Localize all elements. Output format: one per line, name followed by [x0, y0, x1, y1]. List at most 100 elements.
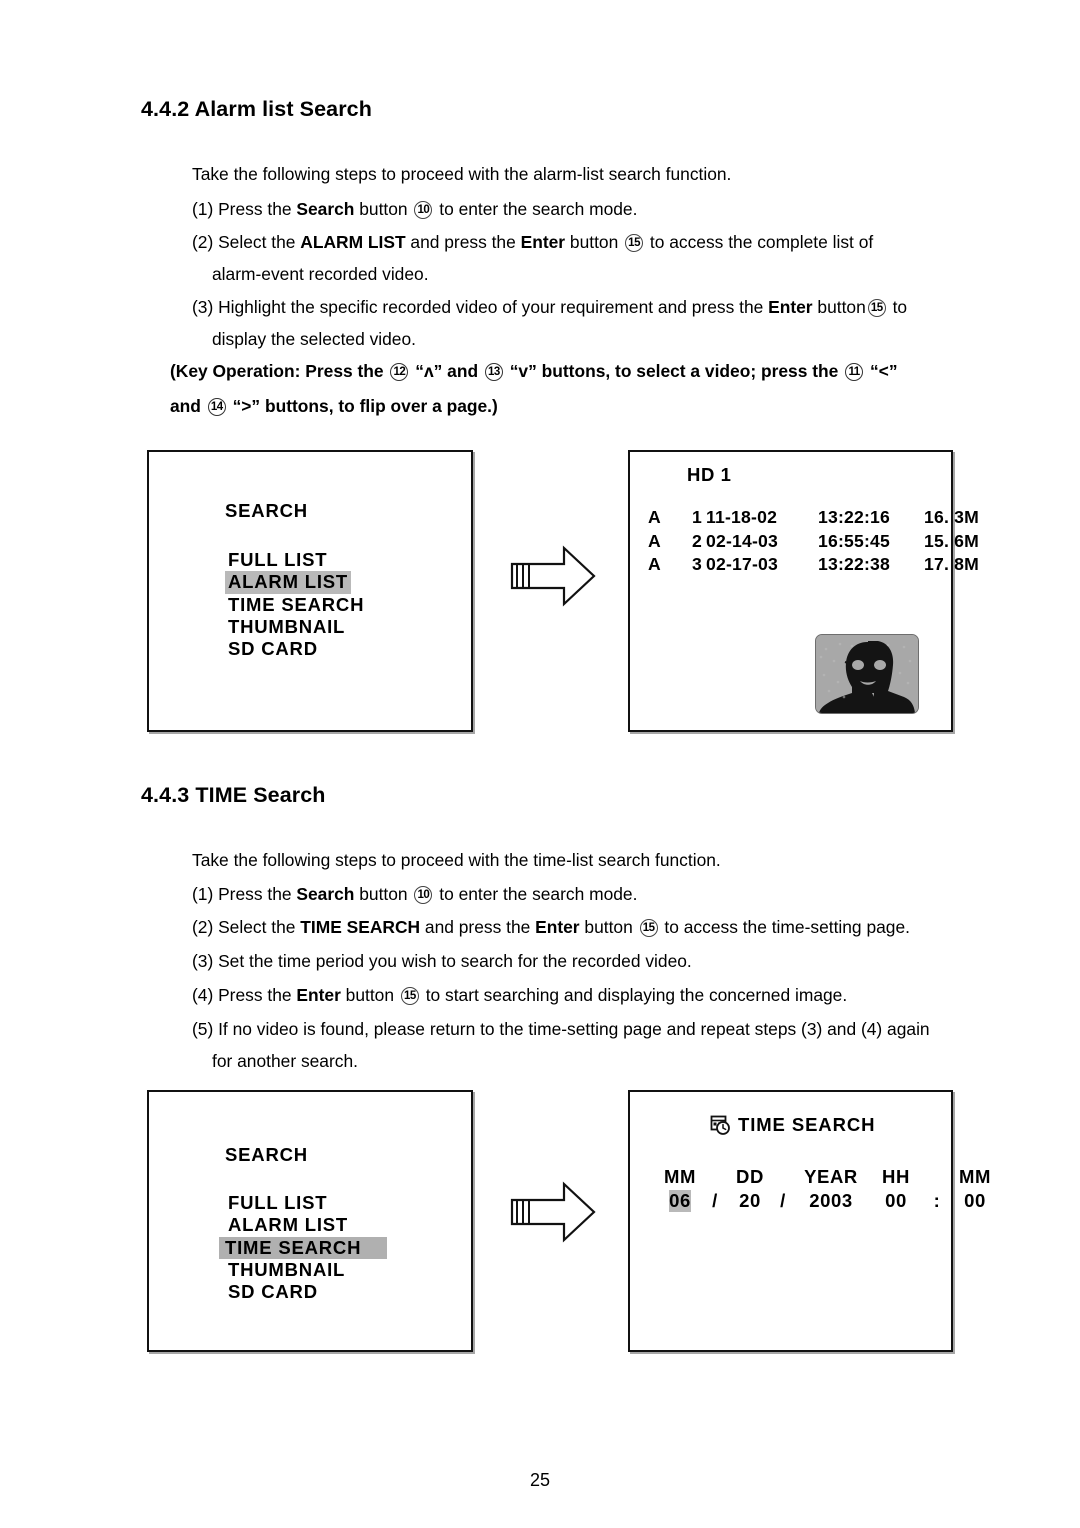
field-month-value[interactable]: 06 — [669, 1190, 691, 1212]
menu-item-sd-card[interactable]: SD CARD — [225, 638, 321, 660]
alarm-step-1: (1) Press the Search button 10 to enter … — [192, 198, 637, 220]
row-type: A — [648, 530, 661, 551]
field-year-value[interactable]: 2003 — [794, 1190, 868, 1212]
row-size: 16. 3M — [924, 507, 979, 527]
key-badge-10: 10 — [414, 201, 433, 219]
row-time: 16:55:45 — [818, 530, 891, 551]
label-month: MM — [663, 1166, 697, 1187]
key-op-text-c: “v” buttons, to select a video; press th… — [504, 361, 844, 381]
row-date: 11-18-02 — [706, 507, 778, 527]
time-step-1-prefix: (1) Press the — [192, 884, 297, 904]
table-row[interactable]: A 2 02-14-03 16:55:45 15. 6M — [648, 530, 994, 554]
row-date: 02-14-03 — [706, 530, 779, 551]
key-op-text-a: (Key Operation: Press the — [170, 361, 389, 381]
time-step-5: (5) If no video is found, please return … — [192, 1019, 930, 1039]
key-badge-13: 13 — [484, 363, 503, 381]
time-step-3: (3) Set the time period you wish to sear… — [192, 951, 692, 971]
time-step-4: (4) Press the Enter button 15 to start s… — [192, 984, 847, 1006]
row-time: 13:22:16 — [818, 507, 891, 527]
time-intro-text: Take the following steps to proceed with… — [192, 850, 721, 870]
alarm-step-1-tail: to enter the search mode. — [434, 199, 638, 219]
menu-item-full-list[interactable]: FULL LIST — [225, 1192, 330, 1214]
time-step-2-mid1: and press the — [420, 917, 536, 937]
time-step-2-prefix: (2) Select the — [192, 917, 301, 937]
alarm-step-2-bold-alarmlist: ALARM LIST — [300, 232, 406, 252]
time-step-1-bold-search: Search — [296, 884, 355, 904]
hd-list-title: HD 1 — [687, 464, 732, 485]
separator-slash-1: / — [712, 1190, 718, 1211]
alarm-step-2-mid1: and press the — [405, 232, 521, 252]
osd-search-menu-list: FULL LIST ALARM LIST TIME SEARCH THUMBNA… — [219, 1192, 388, 1303]
key-operation-line-2: and 14 “>” buttons, to flip over a page.… — [170, 396, 498, 417]
key-op-text-f: “>” buttons, to flip over a page.) — [227, 396, 498, 416]
key-op-text-e: and — [170, 396, 206, 416]
menu-item-alarm-list[interactable]: ALARM LIST — [225, 571, 352, 594]
section-heading-time-search: 4.4.3 TIME Search — [141, 783, 326, 807]
field-hour-value[interactable]: 00 — [868, 1190, 924, 1212]
key-op-text-d: “<” — [865, 361, 898, 381]
separator-slash-2: / — [780, 1190, 786, 1211]
osd-time-search-panel: TIME SEARCH MM DD YEAR HH MM 06/20/2003 00:00 — [628, 1090, 990, 1352]
time-step-4-mid: button — [340, 985, 399, 1005]
osd-search-title: SEARCH — [225, 500, 308, 521]
key-badge-14: 14 — [207, 398, 226, 416]
field-minute-value[interactable]: 00 — [950, 1190, 1000, 1212]
row-index: 1 — [692, 507, 702, 527]
alarm-step-1-mid: button — [354, 199, 413, 219]
separator-colon: : — [933, 1190, 941, 1211]
osd-search-menu-alarm: SEARCH FULL LIST ALARM LIST TIME SEARCH … — [147, 450, 473, 732]
row-type: A — [648, 554, 661, 574]
page-number: 25 — [529, 1470, 551, 1490]
row-index: 3 — [692, 554, 702, 574]
key-badge-15: 15 — [400, 987, 419, 1005]
time-step-2: (2) Select the TIME SEARCH and press the… — [192, 916, 910, 938]
menu-item-thumbnail[interactable]: THUMBNAIL — [225, 616, 348, 638]
key-badge-10: 10 — [414, 886, 433, 904]
alarm-step-1-bold-search: Search — [296, 199, 355, 219]
time-step-4-tail: to start searching and displaying the co… — [420, 985, 848, 1005]
manual-page: 4.4.2 Alarm list Search Take the followi… — [0, 0, 1080, 1528]
menu-item-full-list[interactable]: FULL LIST — [225, 549, 330, 571]
time-step-1-tail: to enter the search mode. — [434, 884, 638, 904]
alarm-step-1-prefix: (1) Press the — [192, 199, 297, 219]
key-badge-11: 11 — [845, 363, 864, 381]
table-row[interactable]: A 3 02-17-03 13:22:38 17. 8M — [648, 553, 994, 577]
time-search-field-values: 06/20/2003 00:00 — [658, 1190, 1000, 1212]
time-step-4-bold-enter: Enter — [296, 985, 341, 1005]
row-type: A — [648, 507, 661, 527]
alarm-step-2: (2) Select the ALARM LIST and press the … — [192, 231, 873, 253]
menu-item-thumbnail[interactable]: THUMBNAIL — [225, 1259, 348, 1281]
alarm-step-3-bold-enter: Enter — [768, 297, 813, 317]
menu-item-time-search[interactable]: TIME SEARCH — [225, 594, 367, 616]
arrow-right-icon — [508, 1178, 618, 1246]
label-day: DD — [736, 1166, 764, 1187]
alarm-step-2-wrap: alarm-event recorded video. — [212, 264, 429, 284]
alarm-step-2-tail: to access the complete list of — [645, 232, 874, 252]
key-op-text-b: “ʌ” and — [410, 361, 483, 381]
alarm-step-2-bold-enter: Enter — [520, 232, 566, 252]
row-date: 02-17-03 — [706, 554, 779, 574]
time-search-field-labels: MM DD YEAR HH MM — [658, 1166, 1000, 1188]
alarm-step-3-prefix: (3) Highlight the specific recorded vide… — [192, 297, 769, 317]
row-index: 2 — [692, 530, 702, 551]
alarm-intro-text: Take the following steps to proceed with… — [192, 164, 732, 184]
time-step-2-bold-timesearch: TIME SEARCH — [300, 917, 421, 937]
label-hour: HH — [882, 1166, 910, 1187]
osd-search-menu-list: FULL LIST ALARM LIST TIME SEARCH THUMBNA… — [225, 549, 367, 660]
section-heading-alarm-list: 4.4.2 Alarm list Search — [141, 97, 372, 121]
time-search-panel-title: TIME SEARCH — [738, 1114, 876, 1135]
menu-item-time-search[interactable]: TIME SEARCH — [219, 1236, 388, 1259]
key-badge-15: 15 — [867, 299, 886, 317]
field-day-value[interactable]: 20 — [728, 1190, 772, 1212]
time-step-2-tail: to access the time-setting page. — [659, 917, 910, 937]
alarm-step-3: (3) Highlight the specific recorded vide… — [192, 296, 907, 318]
menu-item-alarm-list[interactable]: ALARM LIST — [225, 1214, 351, 1236]
label-year: YEAR — [804, 1166, 858, 1187]
alarm-step-3-mid: button — [812, 297, 866, 317]
portrait-thumbnail — [815, 634, 919, 714]
table-row[interactable]: A 1 11-18-02 13:22:16 16. 3M — [648, 506, 994, 530]
menu-item-sd-card[interactable]: SD CARD — [225, 1281, 321, 1303]
row-time: 13:22:38 — [818, 554, 891, 574]
key-badge-12: 12 — [390, 363, 409, 381]
time-step-5-wrap: for another search. — [212, 1051, 358, 1071]
